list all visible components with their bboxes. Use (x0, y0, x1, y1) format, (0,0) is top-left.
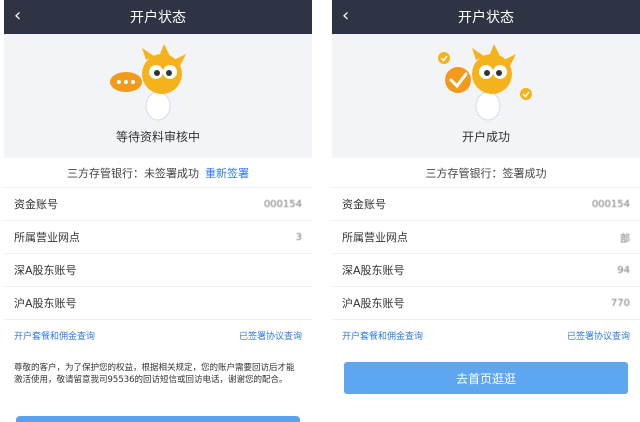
account-row: 沪A股东账号 770 (332, 287, 640, 320)
resign-link[interactable]: 重新签署 (205, 165, 249, 181)
row-label: 沪A股东账号 (342, 297, 405, 310)
account-row: 深A股东账号 (4, 254, 312, 287)
status-hero: 等待资料审核中 (4, 34, 312, 158)
row-value: 部 (620, 233, 630, 245)
agreement-query-link[interactable]: 已签署协议查询 (567, 329, 630, 342)
status-text: 等待资料审核中 (115, 130, 200, 144)
go-home-button[interactable]: 去首页逛逛 (344, 362, 628, 394)
fee-query-link[interactable]: 开户套餐和佣金查询 (14, 329, 95, 342)
page-title: 开户状态 (130, 10, 186, 26)
top-bar: ‹ 开户状态 (332, 0, 640, 34)
bank-status-row: 三方存管银行：未签署成功 重新签署 (4, 158, 312, 188)
bank-status-row: 三方存管银行：签署成功 (332, 158, 640, 188)
query-links: 开户套餐和佣金查询 已签署协议查询 (332, 320, 640, 350)
agreement-query-link[interactable]: 已签署协议查询 (239, 329, 302, 342)
row-label: 沪A股东账号 (14, 297, 77, 310)
account-row: 深A股东账号 94 (332, 254, 640, 287)
row-value: 94 (617, 264, 630, 276)
account-row: 所属营业网点 部 (332, 221, 640, 254)
row-value: 770 (610, 297, 630, 309)
row-label: 所属营业网点 (342, 231, 408, 244)
row-value: 000154 (263, 198, 302, 210)
row-label: 深A股东账号 (14, 264, 77, 277)
fee-query-link[interactable]: 开户套餐和佣金查询 (342, 329, 423, 342)
bank-status-label: 三方存管银行：签署成功 (425, 166, 547, 180)
bank-status-label: 三方存管银行：未签署成功 (67, 166, 199, 180)
callback-notice: 尊敬的客户，为了保护您的权益，根据相关规定，您的账户需要回访后才能激活使用，敬请… (14, 363, 295, 385)
query-links: 开户套餐和佣金查询 已签署协议查询 (4, 320, 312, 350)
mascot-waiting-icon (110, 44, 186, 121)
page-title: 开户状态 (458, 10, 514, 26)
chevron-left-icon[interactable]: ‹ (14, 6, 21, 26)
bottom-button-edge[interactable] (16, 416, 300, 422)
row-label: 所属营业网点 (14, 231, 80, 244)
row-label: 深A股东账号 (342, 264, 405, 277)
account-row: 资金账号 000154 (4, 188, 312, 221)
account-status-pending-panel: ‹ 开户状态 等待资料审核中 三方存管银行：未签署成功 重新签署 资金账号 00… (4, 0, 312, 422)
chevron-left-icon[interactable]: ‹ (342, 6, 349, 26)
account-row: 资金账号 000154 (332, 188, 640, 221)
mascot-success-icon (438, 44, 532, 121)
status-text: 开户成功 (461, 130, 510, 144)
app-screenshot: ‹ 开户状态 等待资料审核中 三方存管银行：未签署成功 重新签署 资金账号 00… (0, 0, 640, 422)
status-hero: 开户成功 (332, 34, 640, 158)
top-bar: ‹ 开户状态 (4, 0, 312, 34)
account-row: 沪A股东账号 (4, 287, 312, 320)
row-value: 3 (295, 231, 302, 243)
account-row: 所属营业网点 3 (4, 221, 312, 254)
account-status-success-panel: ‹ 开户状态 开户成功 三方存管银行：签署成功 资金账号 000154 所属营业… (332, 0, 640, 422)
row-value: 000154 (591, 198, 630, 210)
row-label: 资金账号 (342, 198, 386, 211)
row-label: 资金账号 (14, 198, 58, 211)
